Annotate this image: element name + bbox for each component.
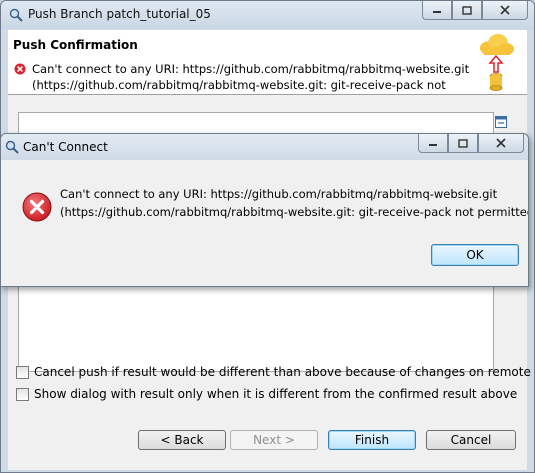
error-icon bbox=[22, 192, 52, 222]
dialog-body: Can't connect to any URI: https://github… bbox=[1, 160, 528, 286]
dialog-minimize-button[interactable] bbox=[418, 134, 448, 153]
maximize-icon bbox=[462, 5, 472, 15]
cancel-push-label: Cancel push if result would be different… bbox=[34, 365, 531, 379]
dialog-titlebar[interactable]: Can't Connect bbox=[1, 134, 528, 160]
header-error-line1: Can't connect to any URI: https://github… bbox=[32, 62, 470, 76]
cloud-push-icon bbox=[480, 34, 514, 91]
window-titlebar[interactable]: Push Branch patch_tutorial_05 bbox=[1, 1, 534, 29]
minimize-icon bbox=[433, 11, 441, 13]
header-error-line2: (https://github.com/rabbitmq/rabbitmq-we… bbox=[32, 78, 446, 92]
back-button[interactable]: < Back bbox=[138, 430, 226, 450]
next-button[interactable]: Next > bbox=[230, 430, 318, 450]
finish-button[interactable]: Finish bbox=[328, 430, 416, 450]
dialog-app-icon bbox=[5, 140, 19, 154]
show-dialog-option[interactable]: Show dialog with result only when it is … bbox=[16, 387, 517, 401]
maximize-button[interactable] bbox=[452, 1, 482, 20]
dialog-message-line2: (https://github.com/rabbitmq/rabbitmq-we… bbox=[60, 205, 529, 219]
dialog-title: Can't Connect bbox=[23, 140, 108, 154]
wizard-header: Push Confirmation Can't connect to any U… bbox=[8, 30, 527, 95]
dialog-message-line1: Can't connect to any URI: https://github… bbox=[60, 187, 498, 201]
page-title: Push Confirmation bbox=[13, 38, 138, 52]
ok-button[interactable]: OK bbox=[431, 244, 519, 266]
minimize-button[interactable] bbox=[422, 1, 452, 20]
close-icon bbox=[500, 5, 510, 15]
dialog-close-button[interactable] bbox=[478, 134, 524, 153]
maximize-icon bbox=[458, 138, 468, 148]
cant-connect-dialog: Can't Connect Can't connect to any URI: … bbox=[0, 133, 529, 287]
cancel-button[interactable]: Cancel bbox=[426, 430, 516, 450]
show-dialog-label: Show dialog with result only when it is … bbox=[34, 387, 518, 401]
window-app-icon bbox=[9, 8, 23, 22]
dialog-maximize-button[interactable] bbox=[448, 134, 478, 153]
close-icon bbox=[496, 138, 506, 148]
window-title: Push Branch patch_tutorial_05 bbox=[28, 7, 211, 21]
cancel-push-option[interactable]: Cancel push if result would be different… bbox=[16, 365, 531, 379]
collapse-icon[interactable] bbox=[495, 116, 508, 129]
error-icon bbox=[14, 63, 26, 75]
cancel-push-checkbox[interactable] bbox=[16, 365, 29, 379]
close-button[interactable] bbox=[482, 1, 528, 20]
minimize-icon bbox=[429, 144, 437, 146]
show-dialog-checkbox[interactable] bbox=[16, 387, 29, 401]
